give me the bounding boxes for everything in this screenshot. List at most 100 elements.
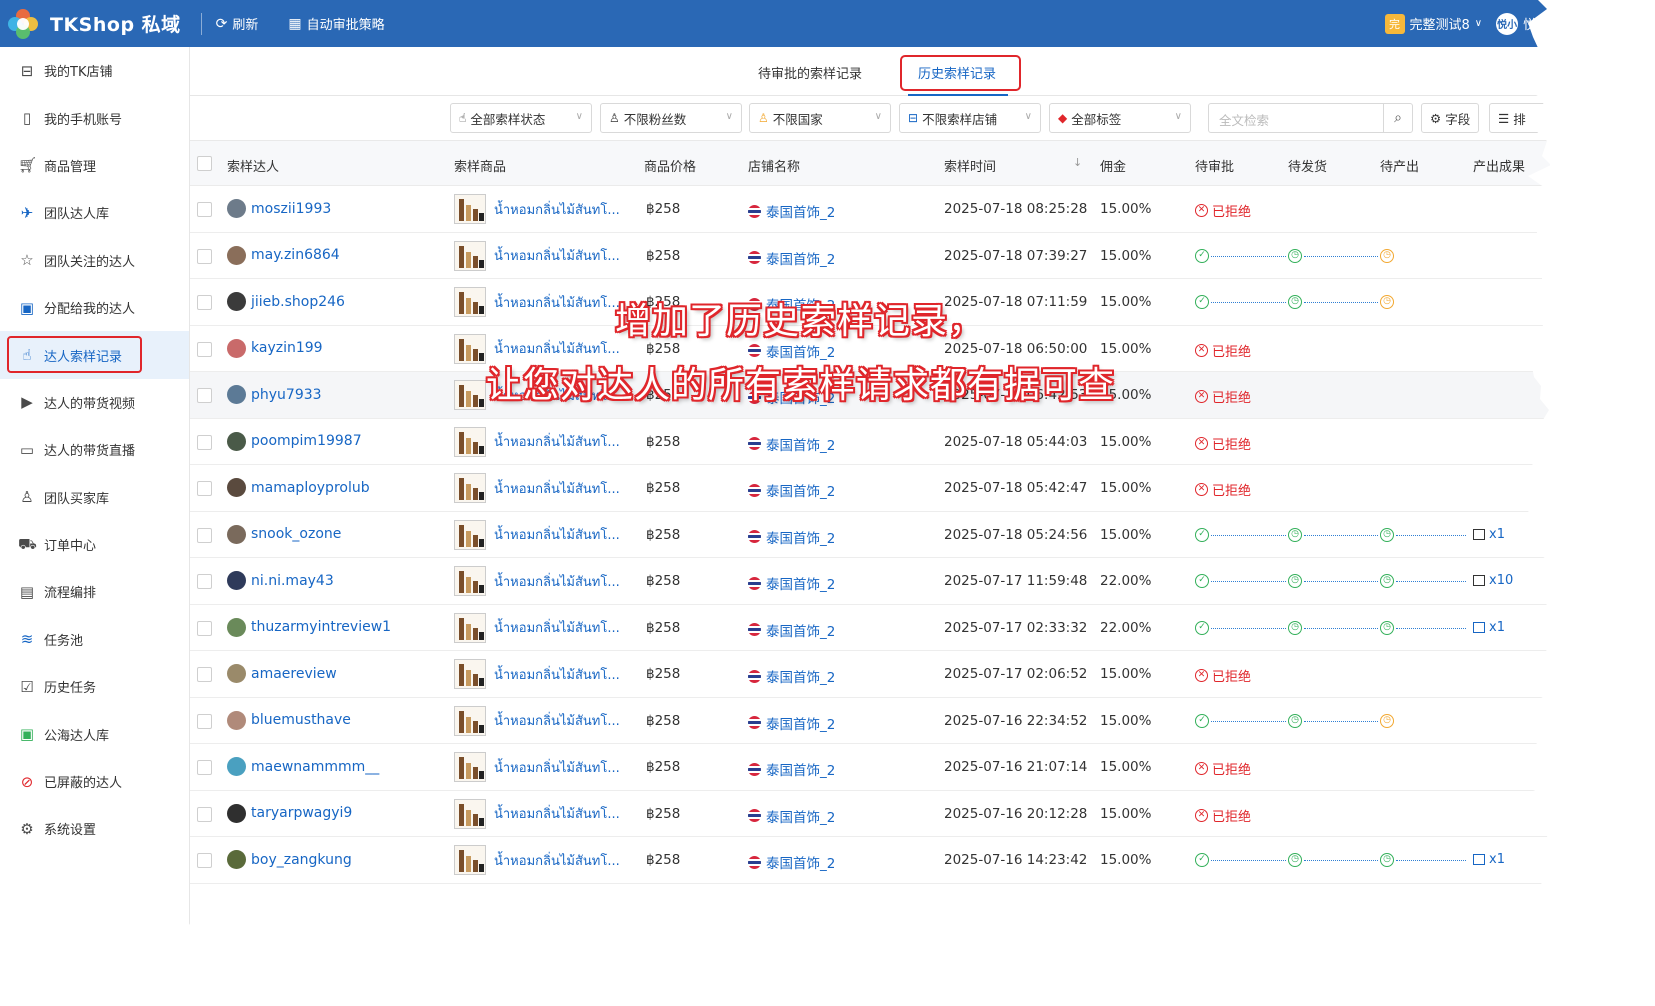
influencer-link[interactable]: maewnammmm__ xyxy=(227,757,379,776)
user-menu[interactable]: 悦小 悦小动 ∨ xyxy=(1496,12,1574,35)
table-row[interactable]: moszii1993 น้ำหอมกลิ่นไม้สันทโ... ฿258 泰国首饰… xyxy=(190,186,1550,233)
fans-filter-select[interactable]: ♙ 不限粉丝数 ∨ xyxy=(600,103,742,133)
row-checkbox[interactable] xyxy=(197,760,212,775)
shop-link[interactable]: 泰国首饰_2 xyxy=(748,666,835,686)
table-row[interactable]: taryarpwagyi9 น้ำหอมกลิ่นไม้สันทโ... ฿258 泰… xyxy=(190,790,1550,837)
shop-link[interactable]: 泰国首饰_2 xyxy=(748,527,835,547)
shop-filter-select[interactable]: ⊟ 不限索样店铺 ∨ xyxy=(899,103,1041,133)
row-checkbox[interactable] xyxy=(197,806,212,822)
tag-filter-select[interactable]: ◆ 全部标签 ∨ xyxy=(1049,103,1191,133)
commission-rate: 22.00% xyxy=(1100,619,1152,636)
column-header-influencer[interactable]: 索样达人 xyxy=(227,156,279,175)
output-result-link[interactable]: x1 xyxy=(1473,527,1505,542)
influencer-name: moszii1993 xyxy=(251,200,332,217)
influencer-link[interactable]: amaereview xyxy=(227,664,337,683)
sidebar-item-orders[interactable]: ⛟ 订单中心 xyxy=(0,521,189,568)
product-link[interactable]: น้ำหอมกลิ่นไม้สันทโ... xyxy=(454,426,620,457)
table-row[interactable]: may.zin6864 น้ำหอมกลิ่นไม้สันทโ... ฿258 泰国首… xyxy=(190,232,1550,279)
influencer-link[interactable]: taryarpwagyi9 xyxy=(227,803,352,823)
shop-link[interactable]: 泰国首饰_2 xyxy=(748,573,835,593)
influencer-link[interactable]: poompim19987 xyxy=(227,431,362,451)
row-checkbox[interactable] xyxy=(197,341,212,357)
country-filter-select[interactable]: ♙ 不限国家 ∨ xyxy=(749,103,891,133)
sidebar-item-team-influencers[interactable]: ✈ 团队达人库 xyxy=(0,189,189,236)
column-header-product[interactable]: 索样商品 xyxy=(454,156,506,175)
influencer-link[interactable]: mamaployprolub xyxy=(227,478,370,497)
table-row[interactable]: thuzarmyintreview1 น้ำหอมกลิ่นไม้สันทโ...… xyxy=(190,604,1550,651)
product-link[interactable]: น้ำหอมกลิ่นไม้สันทโ... xyxy=(454,659,620,689)
sidebar-item-settings[interactable]: ⚙ 系统设置 xyxy=(0,805,189,852)
shop-link[interactable]: 泰国首饰_2 xyxy=(748,201,835,221)
output-result-link[interactable]: x1 xyxy=(1473,852,1505,867)
row-checkbox[interactable] xyxy=(197,202,212,217)
row-checkbox[interactable] xyxy=(197,388,212,403)
row-checkbox[interactable] xyxy=(197,667,212,682)
commission-rate: 15.00% xyxy=(1100,294,1152,310)
tab-pending-records[interactable]: 待审批的索样记录 xyxy=(758,63,862,82)
sidebar-item-sales-videos[interactable]: ▶ 达人的带货视频 xyxy=(0,379,189,426)
tab-history-records[interactable]: 历史索样记录 xyxy=(918,63,996,82)
influencer-link[interactable]: kayzin199 xyxy=(227,338,323,358)
shop-link[interactable]: 泰国首饰_2 xyxy=(748,806,835,826)
sidebar-item-phone-account[interactable]: ▯ 我的手机账号 xyxy=(0,94,189,141)
table-row[interactable]: ni.ni.may43 น้ำหอมกลิ่นไม้สันทโ... ฿258 泰国首… xyxy=(190,558,1550,605)
sidebar-item-task-pool[interactable]: ≋ 任务池 xyxy=(0,616,189,663)
product-link[interactable]: น้ำหอมกลิ่นไม้สันทโ... xyxy=(454,798,620,829)
product-link[interactable]: น้ำหอมกลิ่นไม้สันทโ... xyxy=(454,194,620,224)
sidebar-item-sales-live[interactable]: ▭ 达人的带货直播 xyxy=(0,426,189,473)
sidebar-item-tk-shop[interactable]: ⊟ 我的TK店铺 xyxy=(0,47,189,94)
shop-link[interactable]: 泰国首饰_2 xyxy=(748,480,835,500)
table-row[interactable]: mamaployprolub น้ำหอมกลิ่นไม้สันทโ... ฿258… xyxy=(190,465,1550,512)
search-button[interactable]: ⌕ xyxy=(1383,103,1413,133)
select-all-checkbox[interactable] xyxy=(197,156,212,171)
fields-button[interactable]: ⚙ 字段 xyxy=(1421,103,1480,133)
shop-link[interactable]: 泰国首饰_2 xyxy=(748,434,835,454)
influencer-link[interactable]: phyu7933 xyxy=(227,385,322,404)
output-result-link[interactable]: x10 xyxy=(1473,573,1513,588)
search-input[interactable]: 全文检索 xyxy=(1208,103,1394,133)
sidebar-item-followed-influencers[interactable]: ☆ 团队关注的达人 xyxy=(0,237,189,284)
sidebar-item-blocked-influencers[interactable]: ⊘ 已屏蔽的达人 xyxy=(0,758,189,805)
clock-icon: ◷ xyxy=(1380,620,1394,635)
shop-link[interactable]: 泰国首饰_2 xyxy=(748,248,835,268)
shop-link[interactable]: 泰国首饰_2 xyxy=(748,759,835,779)
tag-filter-value: 全部标签 xyxy=(1071,111,1122,127)
sidebar-item-sample-records[interactable]: ☝ 达人索样记录 xyxy=(0,331,189,379)
sidebar-item-public-influencers[interactable]: ▣ 公海达人库 xyxy=(0,710,189,757)
shop-link[interactable]: 泰国首饰_2 xyxy=(748,713,835,733)
table-row[interactable]: snook_ozone น้ำหอมกลิ่นไม้สันทโ... ฿258 泰国首… xyxy=(190,511,1550,558)
shop-link[interactable]: 泰国首饰_2 xyxy=(748,620,835,640)
thailand-flag-icon xyxy=(748,251,761,264)
sidebar-item-buyers[interactable]: ♙ 团队买家库 xyxy=(0,474,189,521)
sidebar-item-products[interactable]: 🛒︎ 商品管理 xyxy=(0,142,189,189)
clock-ok-icon: ◷ xyxy=(1288,713,1302,728)
sidebar-item-assigned-influencers[interactable]: ▣ 分配给我的达人 xyxy=(0,284,189,331)
row-checkbox[interactable] xyxy=(197,434,212,450)
avatar xyxy=(227,385,246,404)
influencer-link[interactable]: moszii1993 xyxy=(227,199,331,218)
row-checkbox[interactable] xyxy=(197,481,212,496)
team-switcher[interactable]: 完 完整测试8 ∨ xyxy=(1384,13,1482,34)
column-header-commission[interactable]: 佣金 xyxy=(1100,156,1126,175)
column-header-price[interactable]: 商品价格 xyxy=(644,156,696,175)
shop-link[interactable]: 泰国首饰_2 xyxy=(748,852,835,872)
table-row[interactable]: maewnammmm__ น้ำหอมกลิ่นไม้สันทโ... ฿258 泰国… xyxy=(190,744,1550,791)
table-row[interactable]: boy_zangkung น้ำหอมกลิ่นไม้สันทโ... ฿258 泰国… xyxy=(190,837,1550,884)
support-button[interactable]: 🎧︎ 支持帮 xyxy=(1588,14,1649,33)
column-header-to-ship: 待发货 xyxy=(1288,160,1328,175)
sort-arrow-icon[interactable]: ↓ xyxy=(1073,156,1082,169)
table-row[interactable]: poompim19987 น้ำหอมกลิ่นไม้สันทโ... ฿258 泰国… xyxy=(190,418,1550,465)
sort-button[interactable]: ☰ 排 xyxy=(1489,103,1549,133)
product-link[interactable]: น้ำหอมกลิ่นไม้สันทโ... xyxy=(454,473,620,503)
column-header-time[interactable]: 索样时间 xyxy=(944,156,996,175)
column-header-shop[interactable]: 店铺名称 xyxy=(748,156,800,175)
product-link[interactable]: น้ำหอมกลิ่นไม้สันทโ... xyxy=(454,752,620,782)
sidebar-item-workflow[interactable]: ▤ 流程编排 xyxy=(0,568,189,615)
refresh-button[interactable]: ⟳ 刷新 xyxy=(216,14,259,34)
table-row[interactable]: amaereview น้ำหอมกลิ่นไม้สันทโ... ฿258 泰国首饰… xyxy=(190,651,1550,698)
auto-approve-strategy-button[interactable]: ▦ 自动审批策略 xyxy=(288,14,384,34)
status-filter-select[interactable]: ☝ 全部索样状态 ∨ xyxy=(450,103,592,133)
sidebar-item-history-tasks[interactable]: ☑ 历史任务 xyxy=(0,663,189,710)
output-result-link[interactable]: x1 xyxy=(1473,620,1505,635)
table-row[interactable]: bluemusthave น้ำหอมกลิ่นไม้สันทโ... ฿258 泰国… xyxy=(190,697,1550,744)
